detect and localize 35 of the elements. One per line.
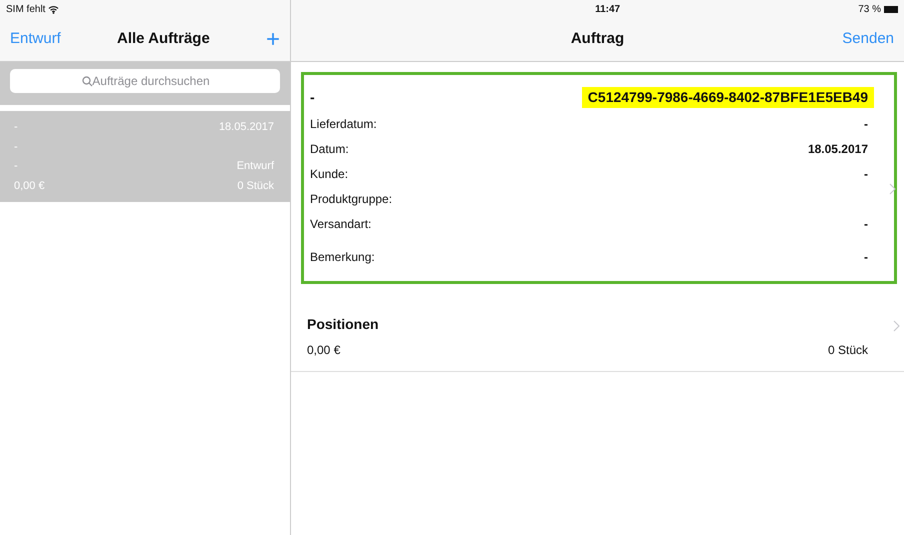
draft-button[interactable]: Entwurf: [10, 28, 61, 51]
positions-title: Positionen: [307, 315, 380, 334]
carrier-text: SIM fehlt: [6, 2, 46, 16]
time-text: 11:47: [595, 2, 620, 16]
positions-count: 0 Stück: [828, 342, 868, 359]
send-button[interactable]: Senden: [842, 28, 894, 51]
field-label: Versandart:: [310, 216, 372, 232]
chevron-icon: [889, 183, 896, 195]
field-value: 18.05.2017: [808, 140, 868, 158]
field-label: Kunde:: [310, 166, 348, 182]
order-id: C5124799-7986-4669-8402-87BFE1E5EB49: [582, 87, 874, 108]
field-value: -: [864, 216, 868, 232]
field-label: Produktgruppe:: [310, 190, 392, 208]
add-button[interactable]: +: [266, 28, 280, 52]
list-title: Alle Aufträge: [117, 29, 210, 50]
field-value: -: [864, 116, 868, 132]
field-label: Datum:: [310, 140, 349, 158]
field-label: Lieferdatum:: [310, 116, 377, 132]
order-line-2: -: [14, 140, 19, 154]
order-header-card[interactable]: - C5124799-7986-4669-8402-87BFE1E5EB49 Lieferdatum: - Datum: 18.05.2017 Kunde: - Produktgruppe: Versandart: - Bemerkung: -: [301, 72, 897, 284]
battery-icon: [884, 6, 898, 12]
wifi-icon: [48, 4, 60, 14]
order-label: -: [310, 88, 315, 107]
order-line-3: -: [14, 159, 19, 174]
detail-title: Auftrag: [570, 29, 624, 50]
positions-row[interactable]: Positionen 0,00 € 0 Stück: [291, 304, 904, 372]
order-title: -: [14, 120, 19, 135]
field-value: -: [864, 166, 868, 182]
chevron-icon: [893, 320, 900, 332]
positions-amount: 0,00 €: [307, 342, 340, 359]
search-icon: [82, 76, 93, 87]
field-value: -: [864, 248, 868, 266]
battery-text: 73 %: [858, 2, 881, 16]
search-field[interactable]: Aufträge durchsuchen: [10, 69, 280, 93]
field-label: Bemerkung:: [310, 248, 375, 266]
